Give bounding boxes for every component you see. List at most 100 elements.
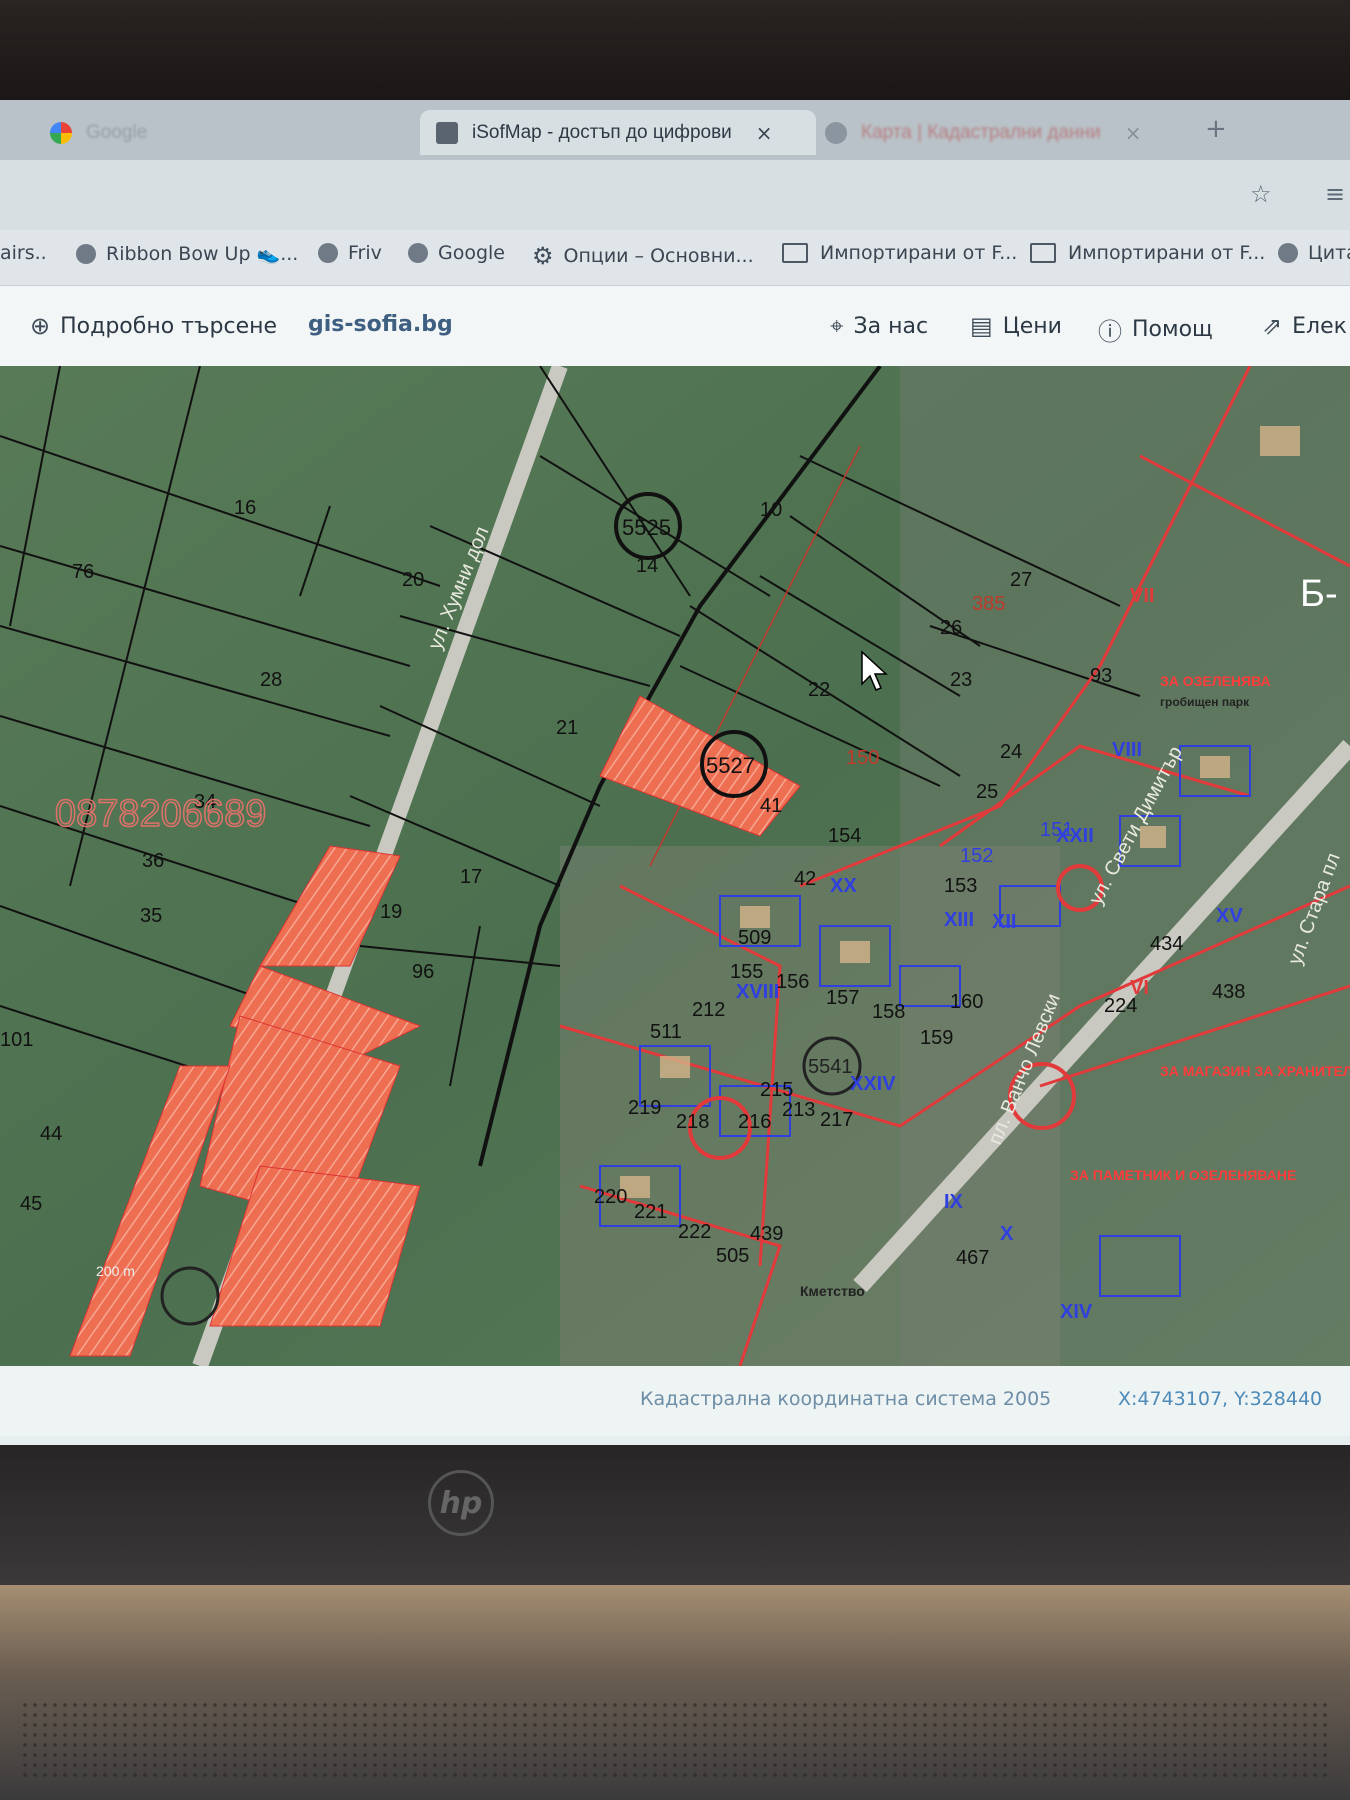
parcel-label: 467 (956, 1247, 989, 1269)
menu-icon[interactable]: ≡ (1325, 180, 1345, 208)
parcel-label: 150 (846, 747, 879, 769)
detailed-search-label: Подробно търсене (60, 313, 278, 339)
detailed-search-link[interactable]: ⊕ Подробно търсене (30, 312, 277, 340)
parcel-label: 93 (1090, 665, 1112, 687)
parcel-label: 221 (634, 1201, 667, 1223)
bookmark-item[interactable]: Friv (318, 242, 382, 264)
parcel-label: 101 (0, 1029, 33, 1051)
sheet-label: 5525 (622, 515, 671, 540)
scale-label: 200 m (96, 1263, 135, 1279)
parcel-label: 35 (140, 905, 162, 927)
map-annotation: гробищен парк (1160, 695, 1250, 709)
tab-google[interactable]: Google (50, 110, 390, 155)
parcel-label: 385 (972, 593, 1005, 615)
bookmark-item[interactable]: Импортирани от F... (1030, 242, 1265, 264)
parcel-label: 160 (950, 991, 983, 1013)
parcel-label: 157 (826, 987, 859, 1009)
roman-label: XII (992, 911, 1016, 933)
parcel-label: 17 (460, 866, 482, 888)
parcel-label: 509 (738, 927, 771, 949)
parcel-label: 27 (1010, 569, 1032, 591)
roman-label: VII (1130, 585, 1154, 607)
parcel-label: 219 (628, 1097, 661, 1119)
bookmark-item[interactable]: airs.. (0, 242, 47, 264)
nav-label: Помощ (1132, 317, 1213, 342)
close-tab-icon[interactable]: × (1125, 121, 1142, 145)
parcel-label: 212 (692, 999, 725, 1021)
tab-isofmap[interactable]: iSofMap - достъп до цифрови × (420, 110, 816, 155)
sheet-label: 5527 (706, 753, 755, 778)
bookmark-label: Импортирани от F... (820, 242, 1018, 264)
map-canvas[interactable]: 5525 5527 5541 10 14 16 17 19 20 21 22 2… (0, 366, 1350, 1366)
bookmark-item[interactable]: Google (408, 242, 505, 264)
bookmark-item[interactable]: Импортирани от F... (782, 242, 1017, 264)
globe-icon (825, 121, 847, 144)
speaker-grille (20, 1700, 1330, 1780)
globe-icon (1278, 243, 1298, 263)
site-brand-link[interactable]: gis-sofia.bg (308, 312, 453, 337)
address-toolbar: ☆ ≡ (0, 160, 1350, 230)
parcel-label: 218 (676, 1111, 709, 1133)
gear-icon: ⚙ (532, 242, 554, 270)
nav-help[interactable]: ⓘ Помощ (1098, 312, 1213, 347)
parcel-label: 10 (760, 499, 782, 521)
hp-logo: hp (428, 1470, 494, 1536)
parcel-label: 23 (950, 669, 972, 691)
nav-label: Елек (1292, 313, 1347, 339)
tab-label: Карта | Кадастрални данни (861, 121, 1101, 143)
parcel-label: 36 (142, 850, 164, 872)
roman-label: VI (1130, 977, 1149, 999)
nav-prices[interactable]: ▤ Цени (970, 312, 1062, 340)
coordinate-readout: X:4743107, Y:328440 (1118, 1388, 1323, 1410)
parcel-label: 76 (72, 561, 94, 583)
parcel-label: 153 (944, 875, 977, 897)
bookmark-star-icon[interactable]: ☆ (1250, 180, 1272, 208)
parcel-label: 45 (20, 1193, 42, 1215)
bookmark-label: Friv (348, 242, 382, 264)
parcel-label: 20 (402, 569, 424, 591)
roman-label: XVIII (736, 981, 779, 1003)
parcel-label: 96 (412, 961, 434, 983)
location-pin-icon: ⌖ (830, 312, 844, 340)
parcel-label: 155 (730, 961, 763, 983)
new-tab-button[interactable]: + (1205, 114, 1227, 144)
parcel-label: 439 (750, 1223, 783, 1245)
close-tab-icon[interactable]: × (756, 121, 773, 145)
watermark-phone: 0878206689 (55, 793, 266, 835)
parcel-label: 215 (760, 1079, 793, 1101)
tab-strip: Google iSofMap - достъп до цифрови × Кар… (0, 100, 1350, 160)
parcel-label: 26 (940, 617, 962, 639)
globe-icon (76, 243, 96, 264)
nav-about[interactable]: ⌖ За нас (830, 312, 928, 340)
tab-cadastre[interactable]: Карта | Кадастрални данни × (825, 110, 1175, 155)
bookmark-item[interactable]: ⚙ Опции – Основни... (532, 242, 754, 270)
bookmark-label: Опции – Основни... (563, 245, 754, 267)
status-bar: Кадастрална координатна система 2005 X:4… (0, 1366, 1350, 1436)
zoom-search-icon: ⊕ (30, 312, 51, 340)
roman-label: VIII (1112, 739, 1142, 761)
parcel-label: 21 (556, 717, 578, 739)
cadastral-map[interactable]: 5525 5527 5541 10 14 16 17 19 20 21 22 2… (0, 366, 1350, 1366)
parcel-label: 159 (920, 1027, 953, 1049)
screen: Google iSofMap - достъп до цифрови × Кар… (0, 100, 1350, 1445)
parcel-label: 220 (594, 1186, 627, 1208)
bookmark-item[interactable]: Ribbon Bow Up 👟... (76, 242, 298, 265)
monitor-bottom-bezel (0, 1445, 1350, 1585)
roman-label: X (1000, 1223, 1014, 1245)
nav-label: За нас (853, 313, 929, 339)
parcel-label: 217 (820, 1109, 853, 1131)
bookmark-label: Цита (1308, 242, 1350, 264)
bookmarks-bar: airs.. Ribbon Bow Up 👟... Friv Google ⚙ О… (0, 230, 1350, 286)
nav-electronic[interactable]: ⇗ Елек (1262, 312, 1347, 340)
parcel-label: 16 (234, 497, 256, 519)
help-icon: ⓘ (1098, 318, 1122, 346)
bookmark-label: Импортирани от F... (1068, 242, 1266, 264)
parcel-label: 505 (716, 1245, 749, 1267)
globe-icon (408, 243, 428, 263)
roman-label: XIII (944, 909, 974, 931)
parcel-label: 156 (776, 971, 809, 993)
roman-label: XX (830, 875, 857, 897)
site-header: ⊕ Подробно търсене gis-sofia.bg ⌖ За нас… (0, 286, 1350, 368)
bookmark-item[interactable]: Цита (1278, 242, 1350, 264)
roman-label: IX (944, 1191, 964, 1213)
